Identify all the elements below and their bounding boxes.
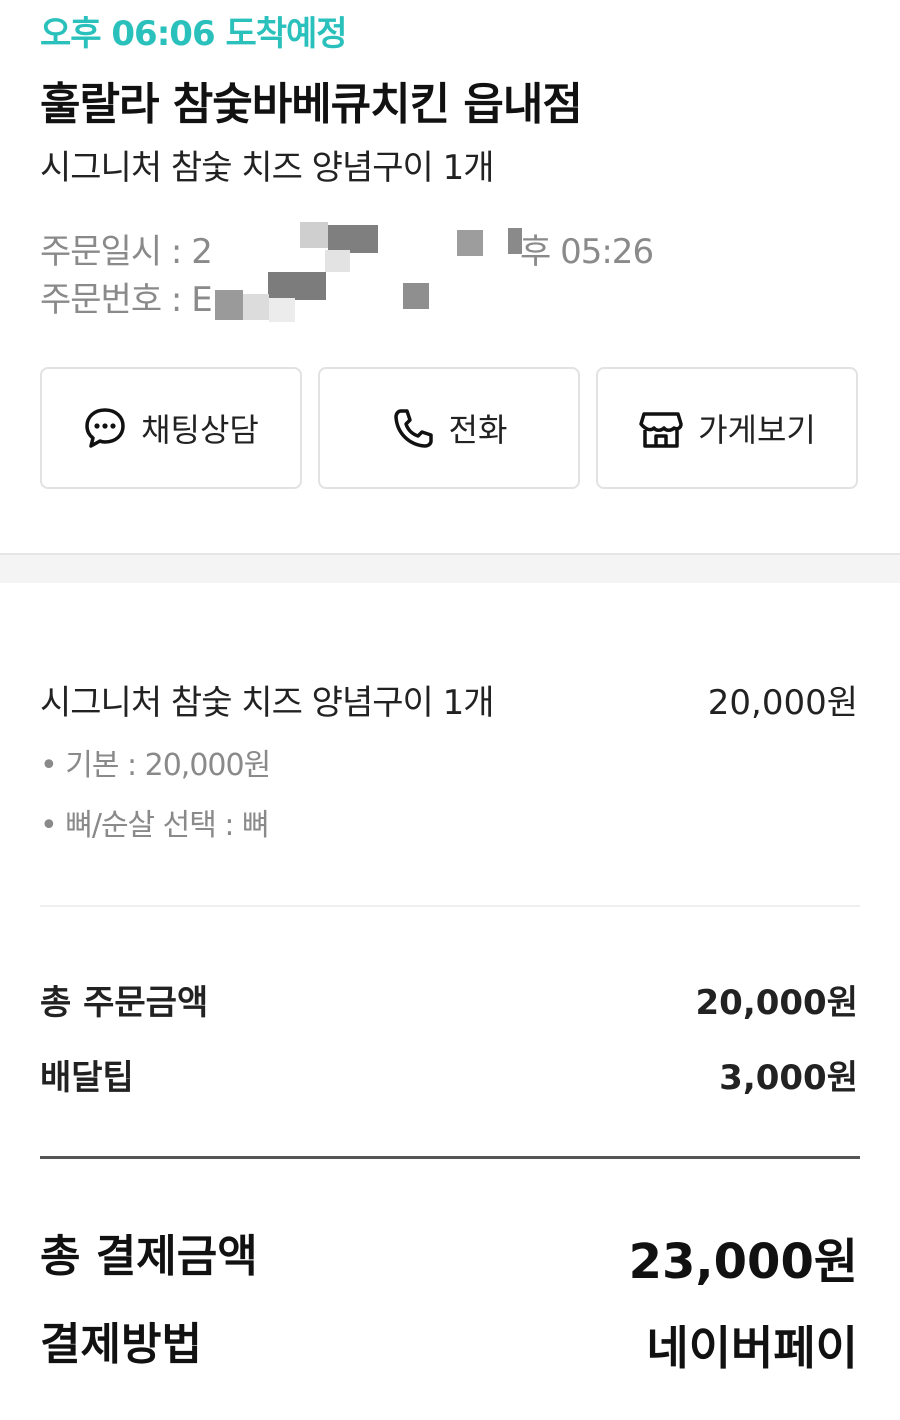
chat-button-label: 채팅상담 bbox=[141, 411, 259, 449]
store-button[interactable]: 가게보기 bbox=[596, 367, 858, 489]
store-icon bbox=[638, 406, 684, 450]
chat-icon bbox=[83, 406, 127, 450]
payment-total-value: 23,000원 bbox=[628, 1234, 858, 1290]
order-total-label: 총 주문금액 bbox=[40, 983, 209, 1023]
phone-icon bbox=[391, 406, 435, 450]
eta-text: 오후 06:06 도착예정 bbox=[40, 14, 348, 54]
payment-total-label: 총 결제금액 bbox=[40, 1231, 258, 1282]
chat-button[interactable]: 채팅상담 bbox=[40, 367, 302, 489]
call-button[interactable]: 전화 bbox=[318, 367, 580, 489]
order-total-value: 20,000원 bbox=[695, 983, 858, 1023]
delivery-tip-value: 3,000원 bbox=[719, 1058, 858, 1098]
item-option: • 기본 : 20,000원 bbox=[40, 748, 271, 783]
store-name[interactable]: 훌랄라 참숯바베큐치킨 읍내점 bbox=[40, 68, 583, 132]
divider bbox=[40, 905, 860, 907]
item-price: 20,000원 bbox=[707, 683, 858, 723]
section-divider bbox=[0, 553, 900, 583]
call-button-label: 전화 bbox=[448, 411, 508, 449]
total-divider bbox=[40, 1156, 860, 1159]
order-date-tail: 후 05:26 bbox=[520, 232, 654, 272]
order-date: 주문일시 : 2 bbox=[40, 224, 213, 273]
item-option: • 뼈/순살 선택 : 뼈 bbox=[40, 808, 270, 843]
payment-method-value: 네이버페이 bbox=[646, 1321, 858, 1375]
store-button-label: 가게보기 bbox=[698, 411, 816, 449]
item-name: 시그니처 참숯 치즈 양념구이 1개 bbox=[40, 683, 495, 723]
delivery-tip-label: 배달팁 bbox=[40, 1058, 134, 1098]
payment-method-label: 결제방법 bbox=[40, 1319, 202, 1370]
menu-summary: 시그니처 참숯 치즈 양념구이 1개 bbox=[40, 148, 495, 188]
order-date-label: 주문일시 : 2 bbox=[40, 232, 213, 272]
order-number: 주문번호 : E bbox=[40, 280, 213, 320]
